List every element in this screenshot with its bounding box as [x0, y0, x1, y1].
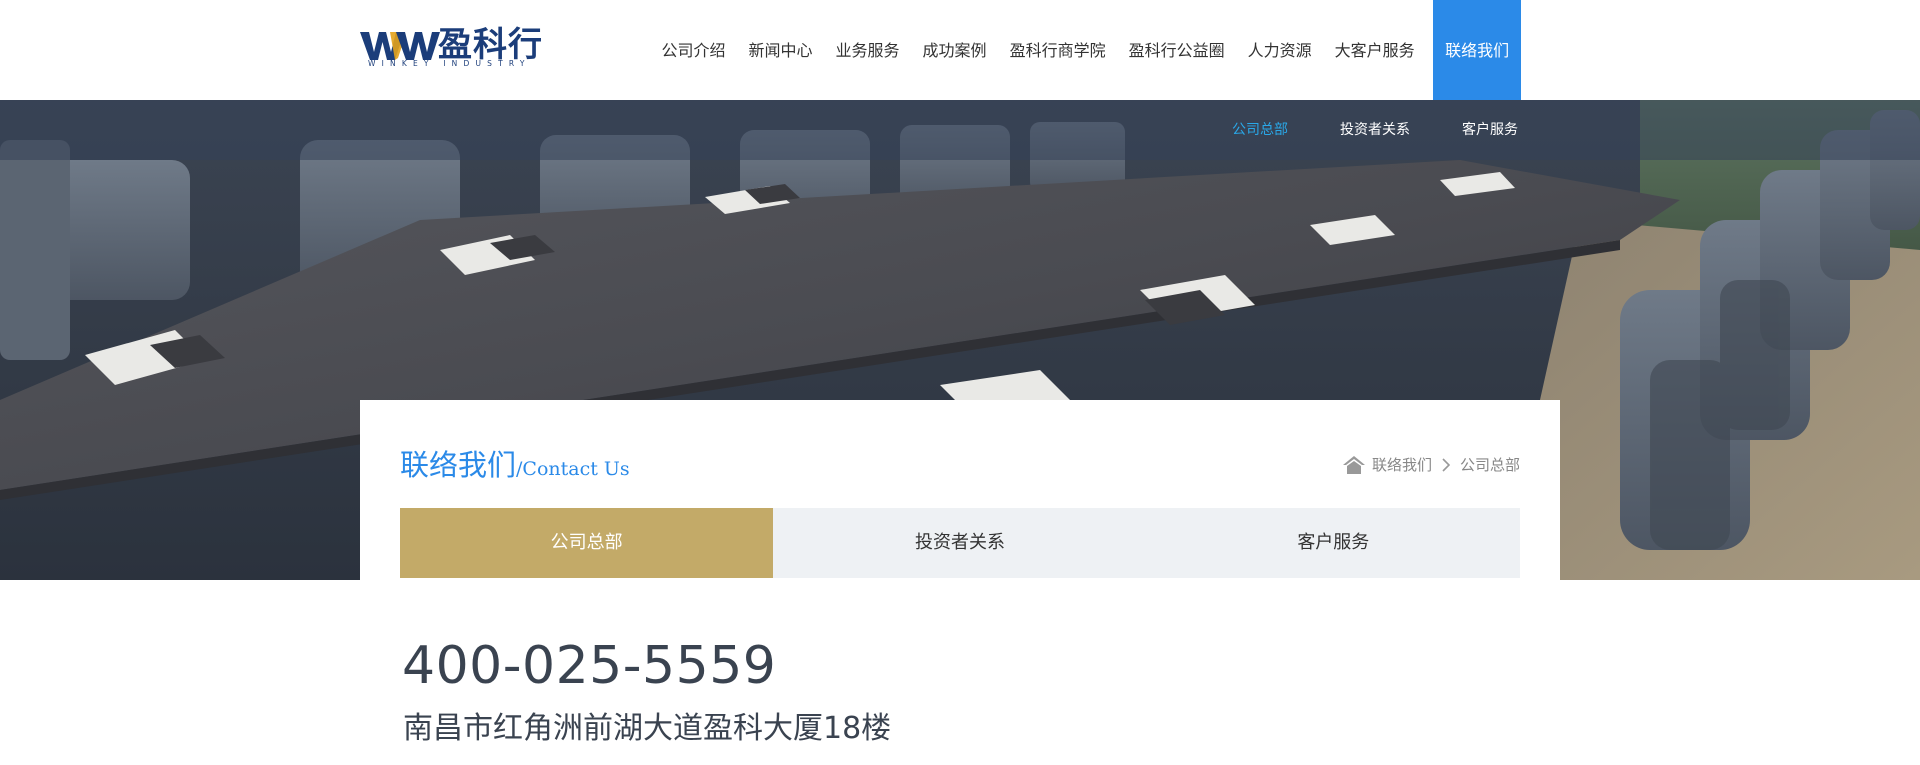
nav-item-business[interactable]: 业务服务	[824, 0, 911, 100]
breadcrumb-item-headquarters: 公司总部	[1459, 456, 1520, 474]
tab-customer-service[interactable]: 客户服务	[1147, 508, 1520, 578]
content-card: 联络我们/Contact Us 联络我们 公司总部 公司总部 投资者关系 客户服…	[360, 400, 1560, 580]
breadcrumb-item-contact[interactable]: 联络我们	[1372, 454, 1432, 475]
tab-investor-relations[interactable]: 投资者关系	[773, 508, 1146, 578]
nav-item-key-accounts[interactable]: 大客户服务	[1323, 0, 1426, 100]
breadcrumb: 联络我们 公司总部	[1342, 454, 1520, 475]
logo-name-cn: 盈科行	[438, 25, 543, 65]
section-title: 联络我们/Contact Us	[400, 442, 630, 484]
home-icon[interactable]	[1342, 455, 1366, 475]
nav-item-news[interactable]: 新闻中心	[737, 0, 824, 100]
section-title-cn: 联络我们	[400, 448, 517, 482]
subnav-item-customer-service[interactable]: 客户服务	[1462, 100, 1518, 160]
section-tabs: 公司总部 投资者关系 客户服务	[400, 508, 1520, 578]
subnav-item-headquarters[interactable]: 公司总部	[1232, 100, 1288, 160]
nav-item-contact[interactable]: 联络我们	[1433, 0, 1522, 100]
nav-item-cases[interactable]: 成功案例	[911, 0, 998, 100]
site-logo[interactable]: 盈科行 WINKEY INDUSTRY	[360, 28, 555, 72]
main-nav: 公司介绍 新闻中心 业务服务 成功案例 盈科行商学院 盈科行公益圈 人力资源 大…	[650, 0, 1522, 100]
tab-headquarters[interactable]: 公司总部	[400, 508, 774, 578]
nav-item-charity[interactable]: 盈科行公益圈	[1117, 0, 1236, 100]
sub-nav-bar: 公司总部 投资者关系 客户服务	[0, 100, 1920, 160]
subnav-item-investor-relations[interactable]: 投资者关系	[1340, 100, 1410, 160]
logo-name-en: WINKEY INDUSTRY	[368, 59, 531, 68]
contact-address: 南昌市红角洲前湖大道盈科大厦18楼	[403, 711, 892, 746]
section-title-en: /Contact Us	[516, 458, 630, 480]
contact-phone: 400-025-5559	[402, 636, 777, 696]
sub-nav: 公司总部 投资者关系 客户服务	[1232, 100, 1570, 160]
nav-item-company-intro[interactable]: 公司介绍	[650, 0, 737, 100]
nav-item-academy[interactable]: 盈科行商学院	[998, 0, 1117, 100]
nav-item-hr[interactable]: 人力资源	[1236, 0, 1323, 100]
site-header: 盈科行 WINKEY INDUSTRY 公司介绍 新闻中心 业务服务 成功案例 …	[0, 0, 1920, 100]
chevron-right-icon	[1442, 457, 1450, 472]
